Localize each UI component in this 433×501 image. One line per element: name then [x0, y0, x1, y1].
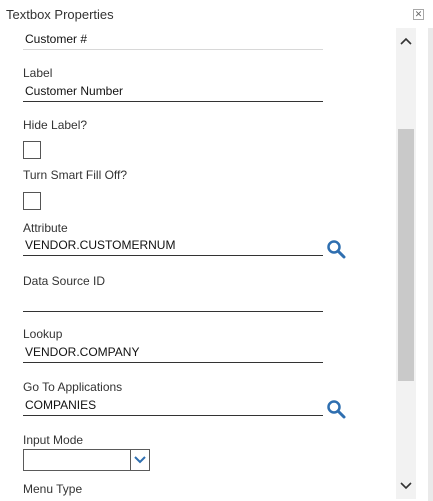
attribute-input[interactable]: VENDOR.CUSTOMERNUM	[23, 236, 323, 256]
menu-type-label: Menu Type	[23, 482, 83, 496]
scroll-up-icon[interactable]	[396, 32, 416, 50]
close-icon[interactable]: ✕	[413, 9, 424, 20]
scrollbar-thumb[interactable]	[398, 129, 414, 381]
scroll-down-icon[interactable]	[396, 477, 416, 495]
attribute-label: Attribute	[23, 221, 68, 235]
data-source-input[interactable]	[23, 292, 323, 312]
data-source-label: Data Source ID	[23, 274, 106, 288]
search-icon[interactable]	[325, 238, 347, 260]
smart-fill-checkbox[interactable]	[23, 192, 41, 210]
textbox-properties-dialog: Textbox Properties ✕ Customer # Label Cu…	[0, 0, 433, 501]
lookup-label: Lookup	[23, 327, 63, 341]
input-mode-label: Input Mode	[23, 433, 84, 447]
window-edge	[428, 28, 433, 501]
go-to-applications-input[interactable]: COMPANIES	[23, 396, 323, 416]
hide-label-label: Hide Label?	[23, 118, 88, 132]
customer-number-header-field[interactable]: Customer #	[23, 30, 323, 50]
vertical-scrollbar[interactable]	[396, 28, 416, 499]
properties-scroll-area[interactable]: Customer # Label Customer Number Hide La…	[0, 28, 395, 501]
dialog-title: Textbox Properties	[6, 7, 114, 22]
label-input[interactable]: Customer Number	[23, 82, 323, 102]
chevron-down-icon[interactable]	[130, 450, 149, 470]
hide-label-checkbox[interactable]	[23, 141, 41, 159]
search-icon[interactable]	[325, 398, 347, 420]
smart-fill-label: Turn Smart Fill Off?	[23, 168, 128, 182]
input-mode-select[interactable]	[23, 449, 150, 471]
label-field-label: Label	[23, 66, 53, 80]
lookup-input[interactable]: VENDOR.COMPANY	[23, 343, 323, 363]
go-to-applications-label: Go To Applications	[23, 380, 123, 394]
